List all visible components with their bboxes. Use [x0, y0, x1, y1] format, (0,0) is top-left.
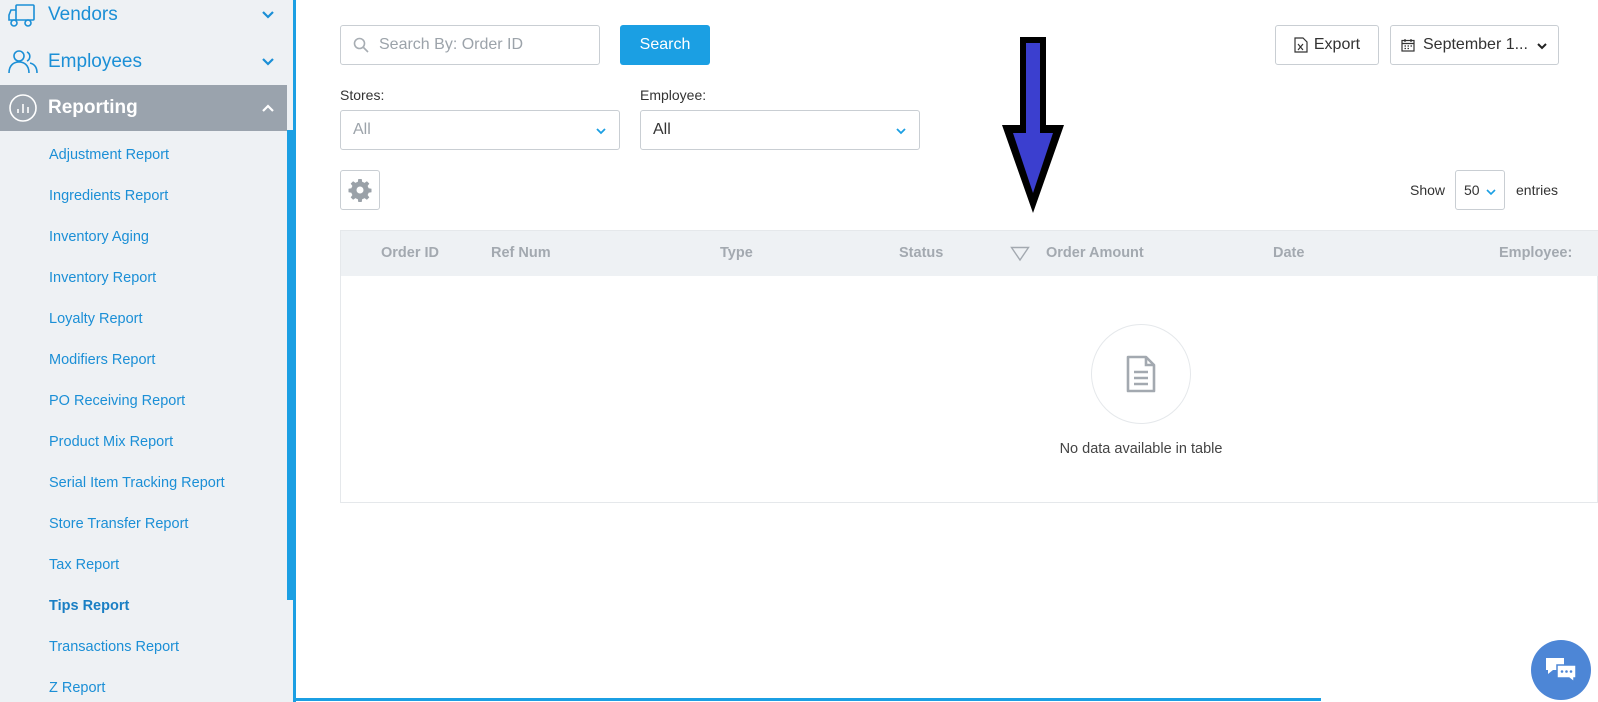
export-button[interactable]: Export	[1275, 25, 1379, 65]
chevron-down-icon	[262, 11, 274, 19]
chevron-up-icon	[262, 104, 274, 112]
sidebar-item-inventory-report[interactable]: Inventory Report	[49, 270, 156, 286]
search-field[interactable]	[379, 36, 579, 54]
entries-label: entries	[1516, 182, 1559, 198]
sidebar: Vendors Employees Reporting Adjustment R…	[0, 0, 293, 702]
employee-label: Employee:	[640, 87, 707, 103]
chat-button[interactable]	[1531, 640, 1591, 700]
sidebar-item-tips-report[interactable]: Tips Report	[49, 598, 129, 614]
sidebar-divider	[293, 0, 296, 702]
sidebar-item-po-receiving-report[interactable]: PO Receiving Report	[49, 393, 185, 409]
chat-icon	[1546, 658, 1577, 684]
sidebar-menu: Vendors Employees Reporting Adjustment R…	[0, 0, 287, 702]
empty-table-message: No data available in table	[1059, 441, 1223, 457]
column-header-order-id[interactable]: Order ID	[381, 245, 439, 261]
sidebar-item-tax-report[interactable]: Tax Report	[49, 557, 119, 573]
stores-select[interactable]: All	[340, 110, 620, 150]
search-input[interactable]	[340, 25, 600, 65]
sidebar-item-transactions-report[interactable]: Transactions Report	[49, 639, 179, 655]
employee-select[interactable]: All	[640, 110, 920, 150]
sidebar-item-inventory-aging[interactable]: Inventory Aging	[49, 229, 149, 245]
export-label: Export	[1313, 36, 1361, 53]
stores-label: Stores:	[340, 87, 385, 103]
search-icon	[353, 37, 369, 53]
table-header: Order ID Ref Num Type Status Order Amoun…	[341, 231, 1598, 276]
reporting-icon	[8, 93, 38, 123]
employee-value: All	[653, 121, 671, 138]
column-header-status[interactable]: Status	[899, 245, 943, 261]
sidebar-item-loyalty-report[interactable]: Loyalty Report	[49, 311, 143, 327]
column-header-ref-num[interactable]: Ref Num	[491, 245, 551, 261]
excel-file-icon	[1294, 37, 1308, 53]
filter-icon[interactable]	[1010, 246, 1030, 262]
column-header-type[interactable]: Type	[720, 245, 753, 261]
column-header-employee[interactable]: Employee:	[1499, 245, 1572, 261]
document-icon	[1126, 355, 1156, 393]
nav-item-reporting[interactable]: Reporting	[0, 85, 287, 131]
nav-item-vendors[interactable]: Vendors	[0, 0, 287, 38]
calendar-icon	[1401, 39, 1415, 52]
chevron-down-icon	[262, 58, 274, 66]
data-table: Order ID Ref Num Type Status Order Amoun…	[340, 230, 1598, 503]
column-header-date[interactable]: Date	[1273, 245, 1304, 261]
empty-state-badge	[1091, 324, 1191, 424]
entries-per-page-select[interactable]: 50	[1455, 170, 1505, 210]
stores-value: All	[353, 121, 371, 138]
sidebar-item-serial-item-tracking-report[interactable]: Serial Item Tracking Report	[49, 475, 225, 491]
bottom-accent-line	[296, 698, 1321, 701]
chevron-down-icon	[596, 128, 606, 135]
entries-value: 50	[1464, 182, 1480, 198]
chevron-down-icon	[896, 128, 906, 135]
sidebar-item-product-mix-report[interactable]: Product Mix Report	[49, 434, 173, 450]
nav-label: Employees	[48, 51, 142, 72]
sidebar-item-modifiers-report[interactable]: Modifiers Report	[49, 352, 155, 368]
nav-label: Reporting	[48, 97, 138, 118]
column-header-order-amount[interactable]: Order Amount	[1046, 245, 1144, 261]
chevron-down-icon	[1486, 189, 1496, 196]
nav-label: Vendors	[48, 4, 118, 25]
sidebar-item-store-transfer-report[interactable]: Store Transfer Report	[49, 516, 188, 532]
sidebar-item-adjustment-report[interactable]: Adjustment Report	[49, 147, 169, 163]
column-settings-button[interactable]	[340, 170, 380, 210]
annotation-arrow-icon	[1002, 37, 1064, 213]
search-button[interactable]: Search	[620, 25, 710, 65]
users-icon	[8, 47, 38, 77]
sidebar-item-z-report[interactable]: Z Report	[49, 680, 105, 696]
chevron-down-icon	[1537, 43, 1547, 50]
gear-icon	[348, 179, 372, 202]
date-range-picker[interactable]: September 1...	[1390, 25, 1559, 65]
nav-item-employees[interactable]: Employees	[0, 39, 287, 85]
show-label: Show	[1410, 182, 1446, 198]
sidebar-item-ingredients-report[interactable]: Ingredients Report	[49, 188, 168, 204]
date-range-label: September 1...	[1423, 36, 1528, 53]
truck-icon	[8, 0, 38, 30]
